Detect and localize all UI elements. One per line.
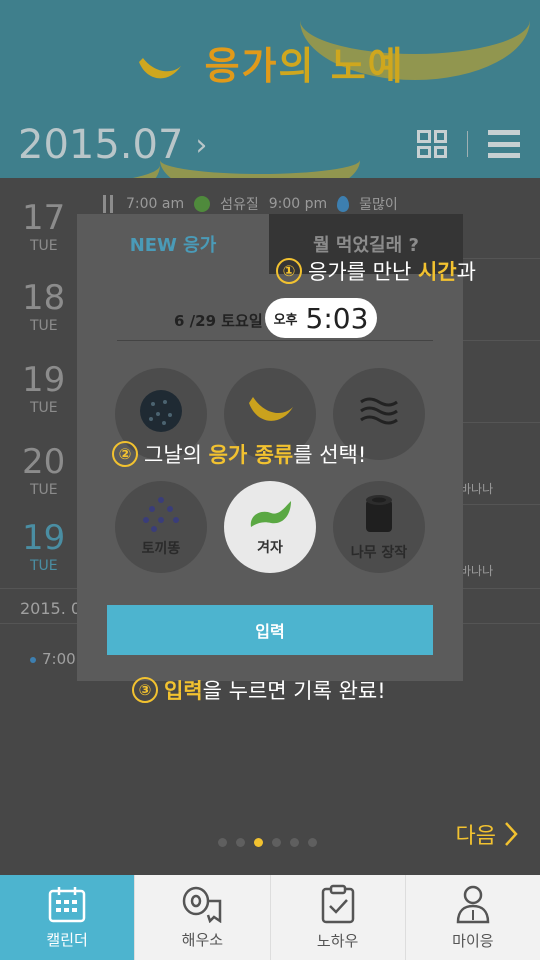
page-dot[interactable] bbox=[290, 838, 299, 847]
next-button[interactable]: 다음 bbox=[456, 818, 518, 850]
title-rest: 의 노예 bbox=[278, 44, 405, 88]
entry-time: 9:00 pm bbox=[268, 196, 328, 212]
type-button-mustard[interactable]: 겨자 bbox=[224, 481, 316, 573]
title-highlight: 응가 bbox=[204, 44, 279, 88]
wave-icon bbox=[360, 397, 398, 425]
time-picker[interactable]: 오후 5:03 bbox=[265, 298, 377, 338]
clipboard-icon bbox=[321, 884, 354, 924]
page-indicator bbox=[218, 838, 317, 847]
entry-label: 물많이 bbox=[359, 197, 398, 213]
day-number: 17 bbox=[22, 198, 66, 238]
water-drop-icon bbox=[337, 196, 350, 212]
day-weekday: TUE bbox=[30, 558, 58, 574]
step-number: ③ bbox=[132, 677, 158, 703]
callout-highlight: 입력 bbox=[164, 679, 203, 703]
banana-icon bbox=[249, 397, 293, 421]
callout-3: ③ 입력을 누르면 기록 완료! bbox=[132, 675, 386, 705]
entry-time: 7:00 am bbox=[126, 196, 185, 212]
time-value: 5:03 bbox=[305, 301, 369, 335]
day-weekday: TUE bbox=[30, 482, 58, 498]
entry-date: 6 /29 토요일 bbox=[174, 312, 263, 330]
nav-item-knowhow[interactable]: 노하우 bbox=[269, 875, 405, 960]
day-number: 19 bbox=[22, 360, 66, 400]
nav-item-calendar[interactable]: 캘린더 bbox=[0, 875, 135, 960]
callout-text: 그날의 bbox=[144, 443, 209, 467]
step-number: ① bbox=[276, 258, 302, 284]
nav-label: 노하우 bbox=[316, 932, 359, 950]
page-dot[interactable] bbox=[218, 838, 227, 847]
nav-label: 캘린더 bbox=[46, 931, 88, 949]
mustard-icon bbox=[250, 501, 291, 527]
callout-highlight: 응가 종류 bbox=[208, 443, 294, 467]
toilet-paper-icon bbox=[183, 886, 222, 923]
callout-text: 과 bbox=[456, 260, 476, 284]
ampm-label: 오후 bbox=[273, 312, 298, 328]
banana-icon bbox=[139, 57, 182, 78]
tree-icon bbox=[194, 196, 211, 212]
day-number: 18 bbox=[22, 278, 66, 318]
time-item-label: 7:00 bbox=[42, 650, 76, 668]
calendar-icon bbox=[48, 887, 86, 923]
divider bbox=[467, 131, 468, 157]
day-weekday: TUE bbox=[30, 238, 58, 254]
page-dot-active[interactable] bbox=[254, 838, 263, 847]
type-label: 토끼똥 bbox=[141, 541, 181, 557]
nav-item-my[interactable]: 마이응 bbox=[404, 875, 540, 960]
type-button-log[interactable]: 나무 장작 bbox=[333, 481, 425, 573]
dots-icon bbox=[143, 497, 179, 532]
next-label: 다음 bbox=[455, 824, 496, 849]
type-label: 겨자 bbox=[257, 540, 283, 556]
view-toggle bbox=[417, 130, 520, 158]
callout-2: ② 그날의 응가 종류를 선택! bbox=[112, 439, 366, 469]
callout-text: 응가를 만난 bbox=[308, 260, 418, 284]
person-icon bbox=[456, 885, 490, 924]
day-number: 19 bbox=[22, 518, 66, 558]
type-button-rabbit[interactable]: 토끼똥 bbox=[115, 481, 207, 573]
nav-item-restroom[interactable]: 해우소 bbox=[134, 875, 269, 960]
callout-text: 를 선택! bbox=[293, 443, 367, 467]
month-selector[interactable]: 2015.07 › bbox=[18, 120, 207, 170]
entry-label: 섬유질 bbox=[220, 197, 259, 213]
app: 응가의 노예 2015.07 › 17 TUE 7:00 am 섬유질 9:00… bbox=[0, 0, 540, 960]
log-icon bbox=[366, 495, 392, 532]
callout-1: ① 응가를 만난 시간과 bbox=[276, 256, 476, 286]
type-label: 나무 장작 bbox=[350, 545, 408, 561]
callout-highlight: 시간 bbox=[417, 260, 457, 284]
month-label: 2015.07 bbox=[18, 122, 184, 168]
pebble-icon bbox=[140, 390, 182, 432]
bullet-icon bbox=[30, 656, 36, 663]
input-button[interactable]: 입력 bbox=[107, 605, 433, 655]
header: 응가의 노예 2015.07 › bbox=[0, 0, 540, 178]
list-view-icon[interactable] bbox=[488, 130, 520, 158]
bottom-nav: 캘린더 해우소 노하우 마이응 bbox=[0, 875, 540, 960]
callout-text: 을 누르면 기록 완료! bbox=[202, 679, 386, 703]
side-note: 바나나 bbox=[460, 482, 494, 496]
day-weekday: TUE bbox=[30, 400, 58, 416]
tab-new[interactable]: NEW 응가 bbox=[77, 214, 269, 274]
page-dot[interactable] bbox=[236, 838, 245, 847]
page-dot[interactable] bbox=[272, 838, 281, 847]
grid-view-icon[interactable] bbox=[417, 130, 447, 158]
day-weekday: TUE bbox=[30, 318, 58, 334]
side-note: 바나나 bbox=[460, 564, 494, 578]
day-number: 20 bbox=[22, 442, 66, 482]
chevron-right-icon[interactable]: › bbox=[195, 128, 207, 163]
app-title: 응가의 노예 bbox=[0, 35, 540, 90]
nav-label: 마이응 bbox=[452, 932, 494, 950]
time-item: 7:00 bbox=[30, 650, 76, 668]
chevron-right-icon bbox=[505, 822, 518, 846]
fork-icon bbox=[103, 195, 113, 213]
nav-label: 해우소 bbox=[181, 931, 224, 949]
divider bbox=[117, 340, 433, 341]
page-dot[interactable] bbox=[308, 838, 317, 847]
step-number: ② bbox=[112, 441, 138, 467]
